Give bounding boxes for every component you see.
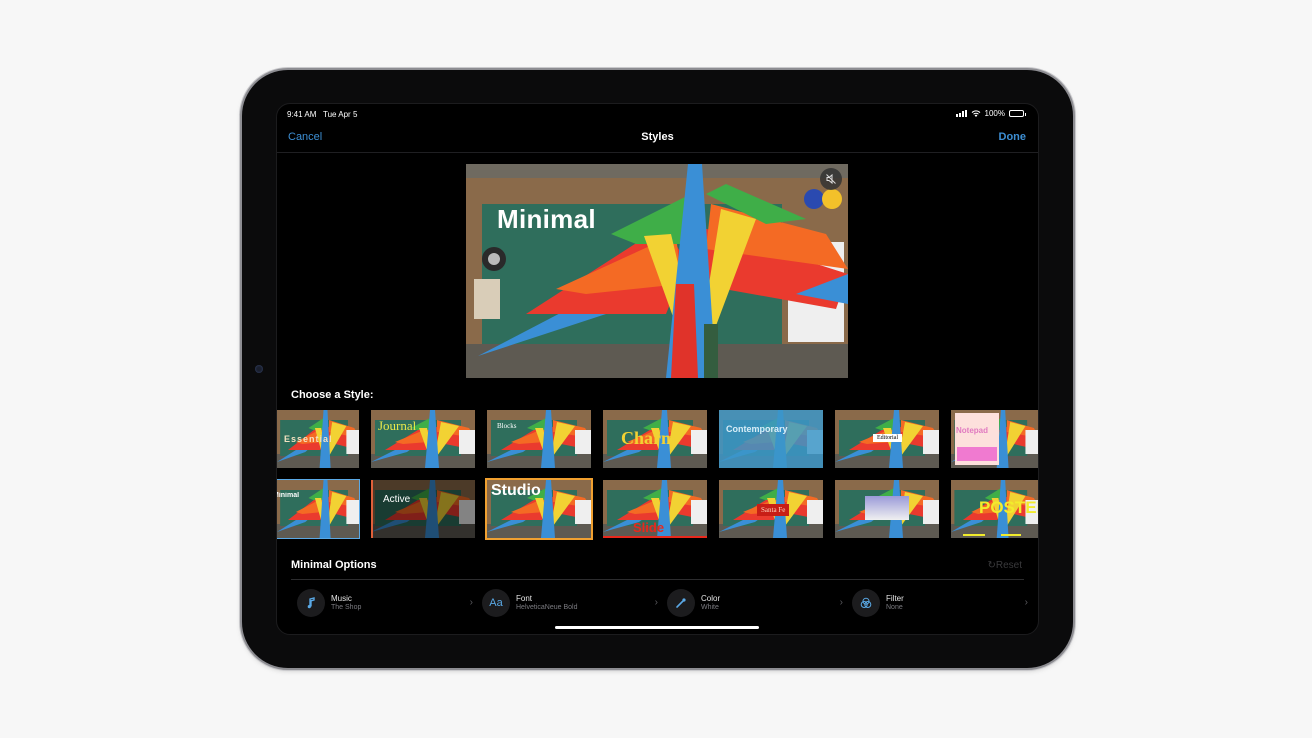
stage: 9:41 AM Tue Apr 5 100% Cancel Styles Don… (0, 0, 1312, 738)
slide-bar (603, 536, 707, 538)
kite-thumbnail-image (487, 410, 591, 468)
chevron-right-icon: › (654, 597, 658, 608)
style-thumbnail-label: Blocks (497, 422, 517, 430)
style-thumbnail[interactable]: Editorial (835, 410, 939, 468)
color-option-value: White (701, 604, 719, 611)
style-thumbnail-label: Active (383, 494, 411, 505)
style-thumbnail[interactable] (835, 480, 939, 538)
style-thumbnail[interactable]: Active (371, 480, 475, 538)
chevron-right-icon: › (469, 597, 473, 608)
style-thumbnail[interactable]: Charm (603, 410, 707, 468)
style-thumbnail-label: Notepad (956, 426, 988, 435)
style-thumbnail-label: Charm (621, 428, 676, 448)
video-preview[interactable]: Minimal (466, 164, 848, 378)
battery-percent: 100% (984, 109, 1005, 118)
style-thumbnail[interactable]: POSTER (951, 480, 1038, 538)
style-thumbnail-label: Essential (284, 434, 333, 444)
style-thumbnail-label: Journal (378, 418, 417, 433)
music-option[interactable]: Music The Shop › (293, 589, 473, 619)
poster-bar (963, 534, 985, 536)
kite-thumbnail-image (277, 480, 359, 538)
dim-overlay (371, 480, 475, 538)
font-icon: Aa (482, 589, 510, 617)
style-thumbnail[interactable]: Contemporary (719, 410, 823, 468)
music-note-icon (297, 589, 325, 617)
style-thumbnail[interactable]: Essential (277, 410, 359, 468)
cellular-signal-icon (955, 110, 967, 117)
style-thumbnail[interactable]: Journal (371, 410, 475, 468)
style-thumbnail-label: Slide (633, 520, 665, 535)
reset-button[interactable]: ↻Reset (987, 560, 1022, 571)
font-option[interactable]: Aa Font HelveticaNeue Bold › (478, 589, 658, 619)
filter-option-label: Filter (886, 594, 904, 603)
notepad-card (955, 413, 999, 465)
reset-icon: ↻ (987, 560, 996, 571)
style-thumbnail[interactable]: Blocks (487, 410, 591, 468)
notepad-pink-block (957, 447, 997, 461)
style-thumbnail[interactable]: Notepad (951, 410, 1038, 468)
style-thumbnail[interactable]: Minimal (277, 479, 360, 539)
style-title-overlay: Minimal (497, 204, 596, 234)
style-thumbnail[interactable]: Studio (485, 478, 593, 540)
ipad-screen: 9:41 AM Tue Apr 5 100% Cancel Styles Don… (276, 103, 1039, 635)
style-thumbnail[interactable]: Slide (603, 480, 707, 538)
style-thumbnail-label: Studio (491, 482, 541, 499)
status-time: 9:41 AM (287, 110, 317, 119)
poster-bar (1001, 534, 1021, 536)
options-divider (291, 579, 1024, 580)
eyedropper-icon (667, 589, 695, 617)
style-thumbnail[interactable]: Santa Fe (719, 480, 823, 538)
options-title: Minimal Options (291, 559, 377, 571)
filter-icon (852, 589, 880, 617)
style-thumbnail-label: Contemporary (726, 424, 788, 434)
style-thumbnail-label: Santa Fe (757, 504, 790, 516)
done-button[interactable]: Done (999, 131, 1027, 143)
navigation-bar: Cancel Styles Done (277, 124, 1038, 153)
music-option-label: Music (331, 594, 352, 603)
speaker-slash-icon (826, 173, 836, 185)
music-option-value: The Shop (331, 604, 362, 611)
style-thumbnail-label: POSTER (979, 498, 1038, 517)
chevron-right-icon: › (839, 597, 843, 608)
chevron-right-icon: › (1024, 597, 1028, 608)
mute-button[interactable] (820, 168, 842, 190)
kite-photo (466, 164, 848, 378)
gradient-card (865, 496, 909, 520)
reset-label: Reset (995, 560, 1022, 571)
filter-option[interactable]: Filter None › (848, 589, 1028, 619)
style-thumbnail-label: Editorial (873, 434, 902, 442)
status-bar: 9:41 AM Tue Apr 5 100% (277, 104, 1038, 124)
tint-overlay (719, 410, 823, 468)
wifi-icon (971, 110, 980, 117)
battery-icon (1009, 110, 1026, 117)
status-date: Tue Apr 5 (323, 110, 358, 119)
color-option[interactable]: Color White › (663, 589, 843, 619)
font-option-value: HelveticaNeue Bold (516, 604, 578, 611)
home-indicator (555, 626, 759, 629)
filter-option-value: None (886, 604, 903, 611)
font-option-label: Font (516, 594, 533, 603)
page-title: Styles (641, 131, 674, 143)
style-thumbnail-label: Minimal (277, 492, 300, 499)
color-option-label: Color (701, 594, 721, 603)
status-indicators: 100% (955, 109, 1026, 118)
choose-style-label: Choose a Style: (291, 389, 374, 401)
front-camera (255, 365, 263, 373)
